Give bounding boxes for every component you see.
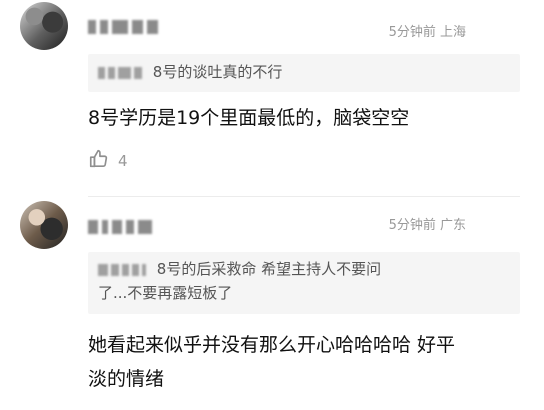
quoted-text-line-2: 了...不要再露短板了: [98, 284, 233, 302]
comment-text: 8号学历是19个里面最低的，脑袋空空: [88, 107, 410, 129]
like-count: 4: [118, 152, 128, 170]
comment-item-1: 5分钟前 上海 8号的谈吐真的不行 8号学历是19个里面最低的，脑袋空空 4: [0, 0, 544, 196]
quoted-reply[interactable]: 8号的后采救命 希望主持人不要问 了...不要再露短板了: [88, 252, 520, 314]
quoted-text-line-1: 8号的后采救命 希望主持人不要问: [156, 260, 382, 278]
blurred-username[interactable]: [88, 18, 158, 36]
comment-text-line-2: 淡的情绪: [88, 368, 165, 390]
blurred-username[interactable]: [88, 218, 152, 236]
blurred-quoted-username: [98, 263, 146, 276]
user-avatar[interactable]: [20, 2, 68, 50]
comment-meta: 5分钟前 上海: [388, 25, 466, 40]
quoted-reply[interactable]: 8号的谈吐真的不行: [88, 54, 520, 92]
comment-divider: [88, 196, 520, 197]
quoted-text: 8号的谈吐真的不行: [152, 63, 283, 81]
user-avatar[interactable]: [20, 201, 68, 249]
comment-meta: 5分钟前 广东: [388, 218, 466, 233]
like-button[interactable]: 4: [88, 148, 128, 174]
quoted-line-1: 8号的后采救命 希望主持人不要问: [98, 257, 510, 281]
comment-feed: 5分钟前 上海 8号的谈吐真的不行 8号学历是19个里面最低的，脑袋空空 4 5…: [0, 0, 544, 410]
thumbs-up-icon: [88, 148, 110, 174]
comment-text-line-1: 她看起来似乎并没有那么开心哈哈哈哈 好平: [88, 334, 456, 356]
blurred-quoted-username: [98, 66, 142, 79]
comment-item-2: 5分钟前 广东 8号的后采救命 希望主持人不要问 了...不要再露短板了 她看起…: [0, 198, 544, 410]
